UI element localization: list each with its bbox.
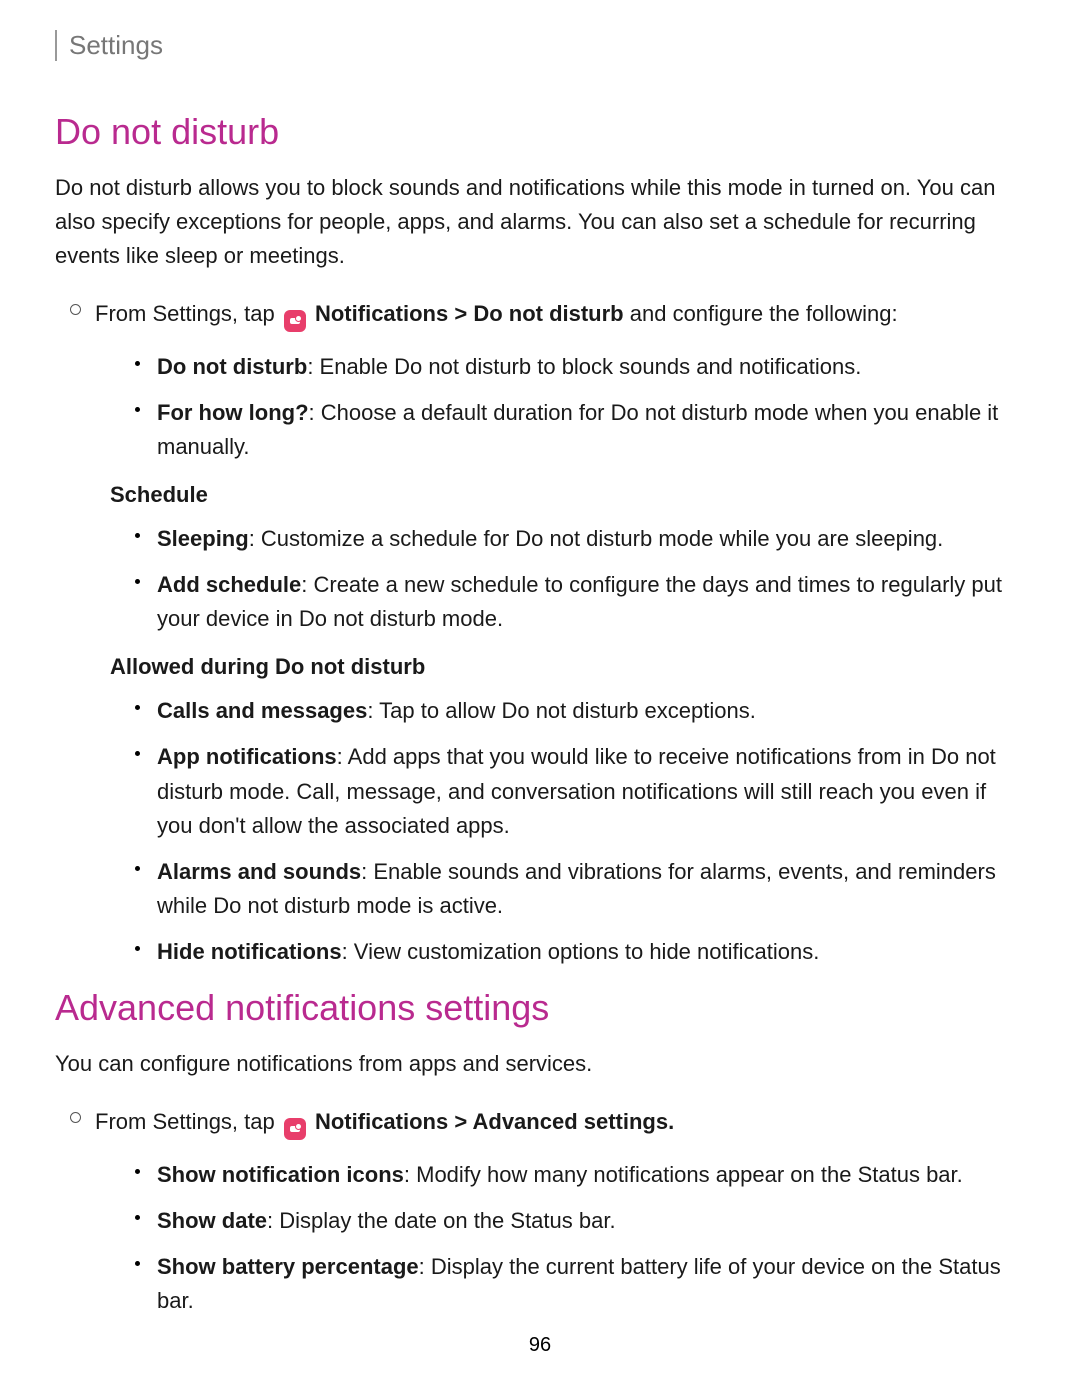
nav-prefix: From Settings, tap [95, 1109, 281, 1134]
item-label: Show date [157, 1208, 267, 1233]
item-label: Alarms and sounds [157, 859, 361, 884]
item-text: : Customize a schedule for Do not distur… [249, 526, 944, 551]
circle-bullet-icon [70, 1112, 81, 1123]
dot-bullet-icon [135, 866, 140, 871]
list-item: Alarms and sounds: Enable sounds and vib… [135, 855, 1025, 923]
dot-bullet-icon [135, 1215, 140, 1220]
list-item: For how long?: Choose a default duration… [135, 396, 1025, 464]
nav-suffix: and configure the following: [630, 301, 898, 326]
page-number: 96 [0, 1334, 1080, 1357]
item-label: Show battery percentage [157, 1254, 419, 1279]
list-item: Hide notifications: View customization o… [135, 935, 1025, 969]
list-item: Add schedule: Create a new schedule to c… [135, 568, 1025, 636]
page-header: Settings [55, 30, 1025, 61]
dnd-intro: Do not disturb allows you to block sound… [55, 171, 1025, 273]
section-heading-dnd: Do not disturb [55, 111, 1025, 153]
nav-notifications: Notifications [315, 1109, 448, 1134]
dnd-options-list: Do not disturb: Enable Do not disturb to… [135, 350, 1025, 464]
dot-bullet-icon [135, 1261, 140, 1266]
nav-dnd: Do not disturb [473, 301, 623, 326]
schedule-header: Schedule [110, 482, 1025, 508]
header-title: Settings [69, 30, 1025, 61]
dot-bullet-icon [135, 579, 140, 584]
list-item: Show battery percentage: Display the cur… [135, 1250, 1025, 1318]
list-item: Show date: Display the date on the Statu… [135, 1204, 1025, 1238]
dot-bullet-icon [135, 946, 140, 951]
list-item: Calls and messages: Tap to allow Do not … [135, 694, 1025, 728]
dot-bullet-icon [135, 705, 140, 710]
dot-bullet-icon [135, 407, 140, 412]
nav-separator: > [454, 301, 473, 326]
advanced-nav-path: From Settings, tap Notifications > Advan… [95, 1105, 1025, 1140]
schedule-list: Sleeping: Customize a schedule for Do no… [135, 522, 1025, 636]
item-text: : Enable Do not disturb to block sounds … [307, 354, 861, 379]
dot-bullet-icon [135, 1169, 140, 1174]
list-item: App notifications: Add apps that you wou… [135, 740, 1025, 842]
item-text: : Modify how many notifications appear o… [404, 1162, 963, 1187]
item-label: App notifications [157, 744, 337, 769]
item-text: : Tap to allow Do not disturb exceptions… [367, 698, 755, 723]
nav-notifications: Notifications [315, 301, 448, 326]
item-text: : Display the date on the Status bar. [267, 1208, 616, 1233]
nav-prefix: From Settings, tap [95, 301, 281, 326]
notifications-icon [284, 310, 306, 332]
item-text: : View customization options to hide not… [342, 939, 820, 964]
nav-advanced: Advanced settings [473, 1109, 669, 1134]
item-label: Add schedule [157, 572, 301, 597]
dot-bullet-icon [135, 751, 140, 756]
dot-bullet-icon [135, 533, 140, 538]
item-label: Sleeping [157, 526, 249, 551]
advanced-options-list: Show notification icons: Modify how many… [135, 1158, 1025, 1318]
section-heading-advanced: Advanced notifications settings [55, 987, 1025, 1029]
item-label: Show notification icons [157, 1162, 404, 1187]
list-item: Do not disturb: Enable Do not disturb to… [135, 350, 1025, 384]
item-label: Hide notifications [157, 939, 342, 964]
item-label: Calls and messages [157, 698, 367, 723]
item-label: Do not disturb [157, 354, 307, 379]
dot-bullet-icon [135, 361, 140, 366]
item-label: For how long? [157, 400, 309, 425]
dnd-nav-path: From Settings, tap Notifications > Do no… [95, 297, 1025, 332]
list-item: Sleeping: Customize a schedule for Do no… [135, 522, 1025, 556]
allowed-header: Allowed during Do not disturb [110, 654, 1025, 680]
circle-bullet-icon [70, 304, 81, 315]
nav-suffix: . [668, 1109, 674, 1134]
advanced-intro: You can configure notifications from app… [55, 1047, 1025, 1081]
list-item: Show notification icons: Modify how many… [135, 1158, 1025, 1192]
nav-separator: > [454, 1109, 472, 1134]
notifications-icon [284, 1118, 306, 1140]
allowed-list: Calls and messages: Tap to allow Do not … [135, 694, 1025, 969]
